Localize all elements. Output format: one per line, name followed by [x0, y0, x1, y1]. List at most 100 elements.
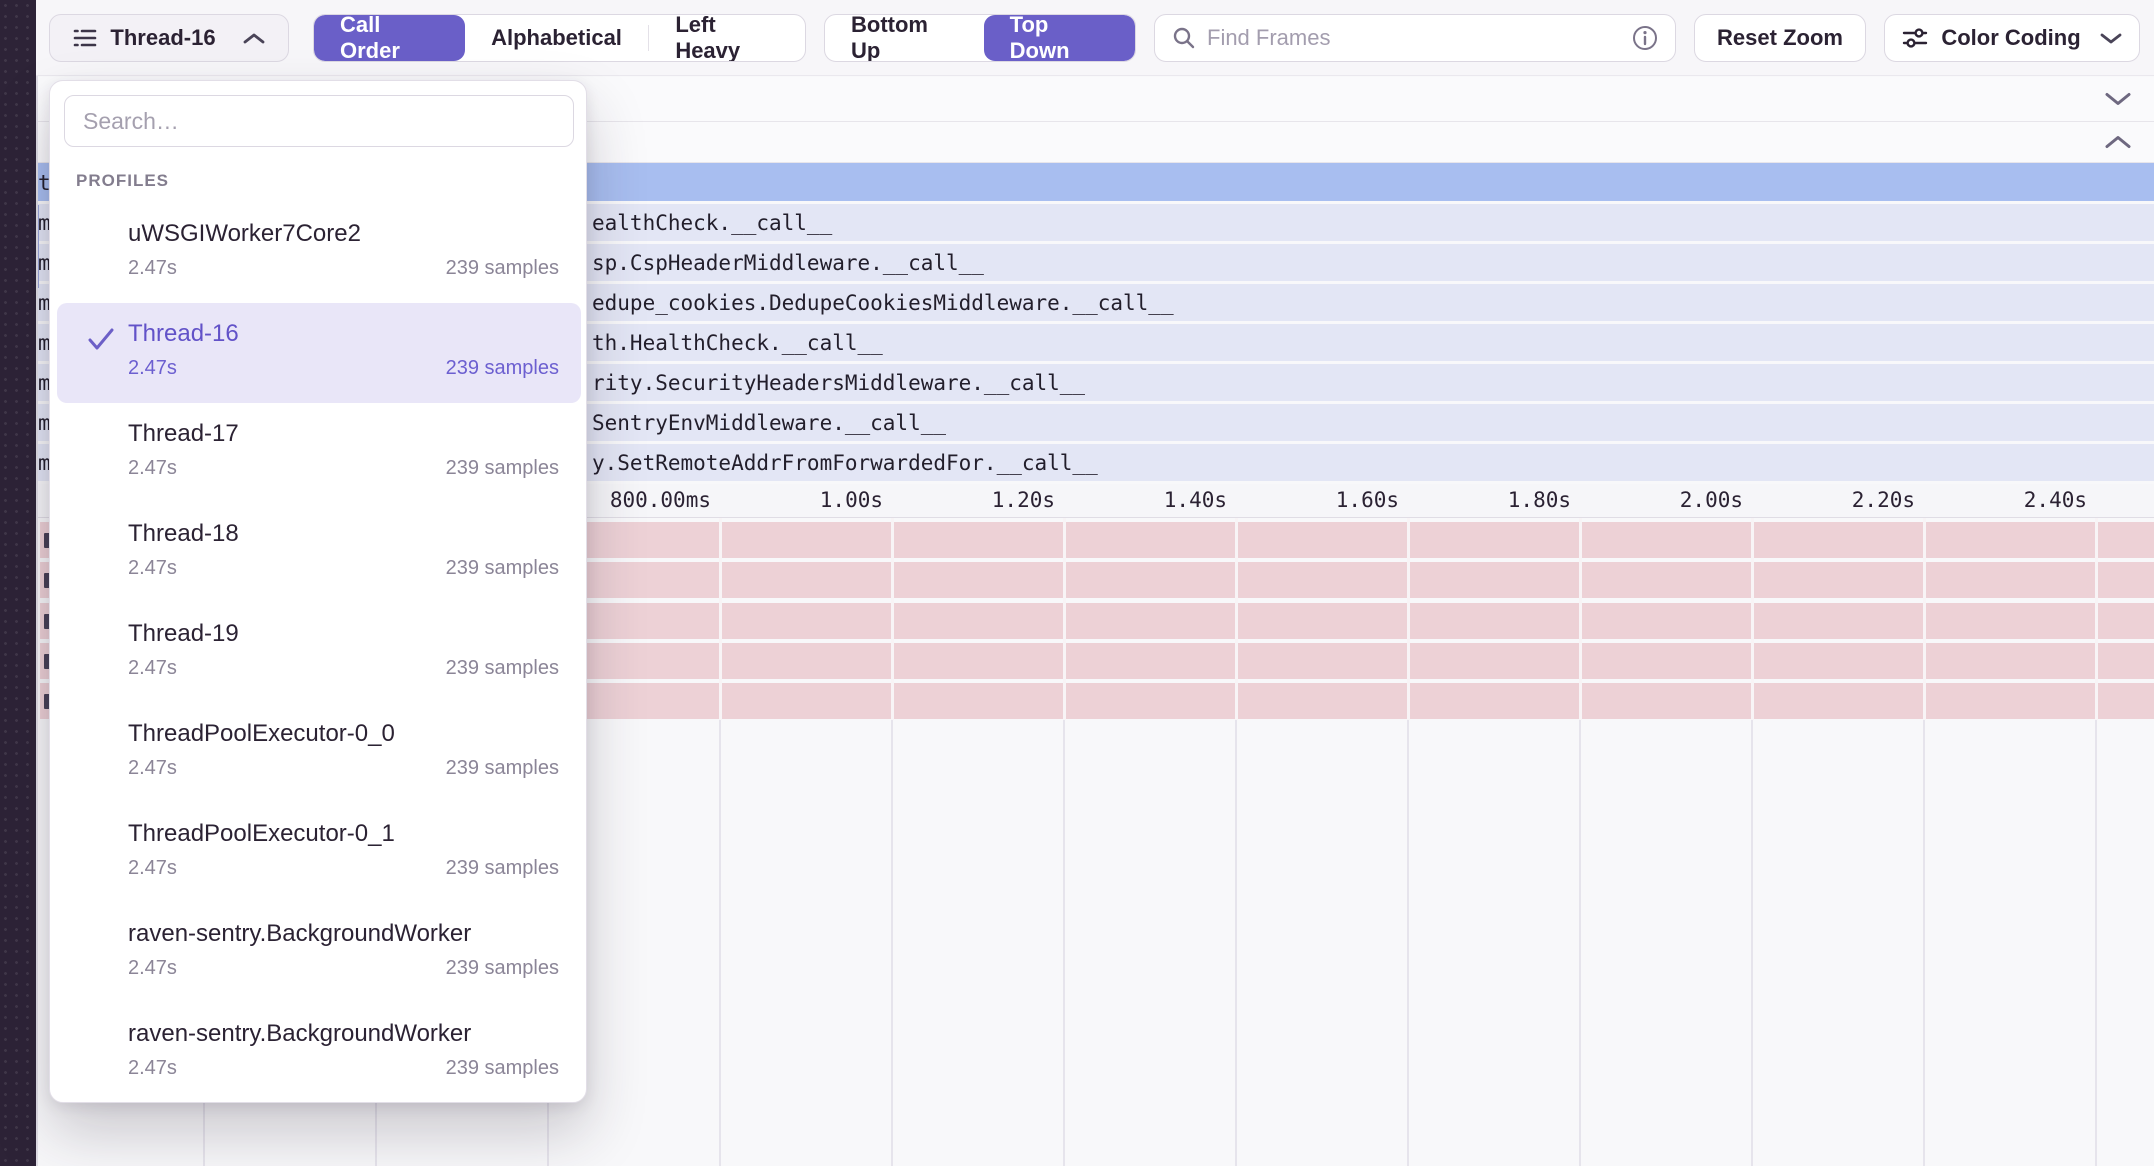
- profile-name: uWSGIWorker7Core2: [128, 220, 559, 248]
- profile-stats: 2.47s 239 samples: [128, 357, 559, 380]
- direction-option-top-down[interactable]: Top Down: [984, 15, 1135, 61]
- flame-row-label: ealthCheck.__call__: [592, 211, 832, 235]
- gridline: [891, 720, 893, 1166]
- profile-stats: 2.47s 239 samples: [128, 457, 559, 480]
- reset-zoom-button[interactable]: Reset Zoom: [1694, 14, 1866, 62]
- profiles-list: uWSGIWorker7Core22.47s239 samplesThread-…: [50, 203, 588, 1103]
- axis-tick-label: 1.80s: [1508, 488, 1571, 512]
- chevron-up-icon: [242, 31, 266, 46]
- info-icon[interactable]: [1631, 24, 1659, 52]
- find-frames-input[interactable]: [1207, 25, 1621, 51]
- color-coding-button[interactable]: Color Coding: [1884, 14, 2140, 62]
- profile-samples: 239 samples: [446, 257, 559, 280]
- gridline: [1063, 518, 1066, 720]
- profiles-section-label: PROFILES: [76, 171, 169, 191]
- profile-name: ThreadPoolExecutor-0_0: [128, 720, 559, 748]
- profile-option[interactable]: ThreadPoolExecutor-0_1 2.47s 239 samples: [57, 803, 581, 903]
- chevron-up-icon[interactable]: [2104, 134, 2132, 151]
- profile-stats: 2.47s 239 samples: [128, 857, 559, 880]
- profile-duration: 2.47s: [128, 557, 177, 580]
- profile-option[interactable]: Thread-19 2.47s 239 samples: [57, 603, 581, 703]
- gridline: [1235, 720, 1237, 1166]
- profile-name: raven-sentry.BackgroundWorker: [128, 920, 559, 948]
- gridline: [1235, 518, 1238, 720]
- axis-tick-label: 1.40s: [1164, 488, 1227, 512]
- profile-stats: 2.47s 239 samples: [128, 557, 559, 580]
- profile-samples: 239 samples: [446, 1057, 559, 1080]
- gridline: [2095, 518, 2098, 720]
- axis-tick-label: 1.20s: [992, 488, 1055, 512]
- profile-samples: 239 samples: [446, 657, 559, 680]
- chevron-down-icon: [2099, 31, 2123, 46]
- profile-duration: 2.47s: [128, 1057, 177, 1080]
- search-icon: [1171, 25, 1197, 51]
- gridline: [719, 518, 722, 720]
- profile-name: Thread-18: [128, 520, 559, 548]
- checkmark-icon: [86, 327, 116, 353]
- flame-row-label: SentryEnvMiddleware.__call__: [592, 411, 946, 435]
- color-coding-label: Color Coding: [1941, 25, 2080, 51]
- profile-duration: 2.47s: [128, 657, 177, 680]
- profile-duration: 2.47s: [128, 957, 177, 980]
- profile-option[interactable]: raven-sentry.BackgroundWorker 2.47s 239 sa…: [57, 1003, 581, 1103]
- gridline: [1751, 518, 1754, 720]
- thread-selector-dropdown: PROFILES uWSGIWorker7Core2 2.47s 239 sampl…: [49, 80, 587, 1103]
- gridline: [891, 518, 894, 720]
- profile-name: raven-sentry.BackgroundWorker: [128, 1020, 559, 1048]
- profile-samples: 239 samples: [446, 757, 559, 780]
- gridline: [1063, 720, 1065, 1166]
- chevron-down-icon[interactable]: [2104, 91, 2132, 108]
- flame-row-label: th.HealthCheck.__call__: [592, 331, 883, 355]
- profile-option[interactable]: Thread-18 2.47s 239 samples: [57, 503, 581, 603]
- dropdown-search-input[interactable]: [64, 95, 574, 147]
- gridline: [719, 720, 721, 1166]
- direction-option-bottom-up[interactable]: Bottom Up: [825, 15, 984, 61]
- gridline: [1579, 720, 1581, 1166]
- profile-samples: 239 samples: [446, 857, 559, 880]
- profile-samples: 239 samples: [446, 957, 559, 980]
- flame-row-label: sp.CspHeaderMiddleware.__call__: [592, 251, 984, 275]
- profile-samples: 239 samples: [446, 557, 559, 580]
- axis-tick-label: 1.00s: [820, 488, 883, 512]
- profile-list-icon: [72, 25, 98, 51]
- sort-option-left-heavy[interactable]: Left Heavy: [649, 15, 805, 61]
- axis-tick-label: 2.40s: [2024, 488, 2087, 512]
- profile-name: Thread-19: [128, 620, 559, 648]
- profile-name: ThreadPoolExecutor-0_1: [128, 820, 559, 848]
- sort-order-control: Call OrderAlphabeticalLeft Heavy: [313, 14, 806, 62]
- profile-option[interactable]: Thread-162.47s239 samples: [57, 303, 581, 403]
- axis-tick-label: 1.60s: [1336, 488, 1399, 512]
- profile-samples: 239 samples: [446, 357, 559, 380]
- flame-row-label: edupe_cookies.DedupeCookiesMiddleware.__…: [592, 291, 1174, 315]
- flame-row-label: y.SetRemoteAddrFromForwardedFor.__call__: [592, 451, 1098, 475]
- profile-duration: 2.47s: [128, 357, 177, 380]
- profile-option[interactable]: uWSGIWorker7Core2 2.47s 239 samples: [57, 203, 581, 303]
- profile-duration: 2.47s: [128, 857, 177, 880]
- axis-tick-label: 2.00s: [1680, 488, 1743, 512]
- profile-duration: 2.47s: [128, 757, 177, 780]
- profile-stats: 2.47s 239 samples: [128, 957, 559, 980]
- profile-duration: 2.47s: [128, 257, 177, 280]
- profile-name: Thread-17: [128, 420, 559, 448]
- gridline: [1407, 518, 1410, 720]
- app-sidebar-edge: [0, 0, 36, 1166]
- flame-row-label: rity.SecurityHeadersMiddleware.__call__: [592, 371, 1085, 395]
- sort-option-call-order[interactable]: Call Order: [314, 15, 465, 61]
- profile-samples: 239 samples: [446, 457, 559, 480]
- sliders-icon: [1901, 25, 1929, 51]
- gridline: [1923, 518, 1926, 720]
- profile-duration: 2.47s: [128, 457, 177, 480]
- axis-tick-label: 800.00ms: [610, 488, 711, 512]
- profile-stats: 2.47s 239 samples: [128, 1057, 559, 1080]
- profile-option[interactable]: ThreadPoolExecutor-0_0 2.47s 239 samples: [57, 703, 581, 803]
- profile-option[interactable]: Thread-17 2.47s 239 samples: [57, 403, 581, 503]
- profile-option[interactable]: raven-sentry.BackgroundWorker 2.47s 239 sa…: [57, 903, 581, 1003]
- profile-stats: 2.47s 239 samples: [128, 757, 559, 780]
- thread-selector-label: Thread-16: [110, 25, 215, 51]
- thread-selector-button[interactable]: Thread-16: [49, 14, 289, 62]
- find-frames-field: [1154, 14, 1676, 62]
- sort-option-alphabetical[interactable]: Alphabetical: [465, 15, 648, 61]
- gridline: [1751, 720, 1753, 1166]
- gridline: [1923, 720, 1925, 1166]
- profile-stats: 2.47s 239 samples: [128, 657, 559, 680]
